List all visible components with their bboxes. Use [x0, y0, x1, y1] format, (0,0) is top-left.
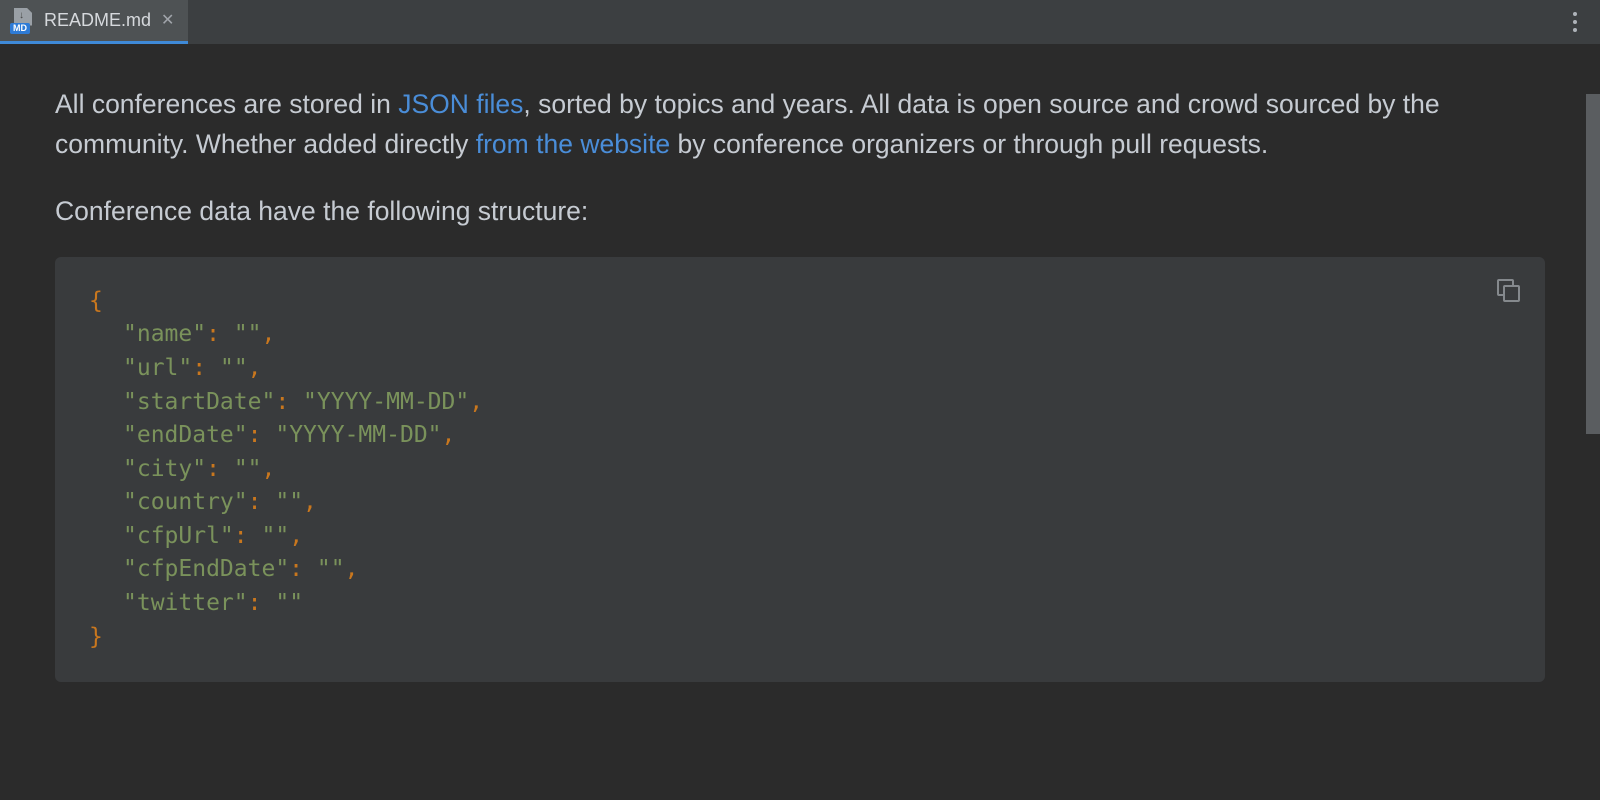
kebab-menu-icon[interactable] — [1560, 0, 1590, 44]
copy-icon[interactable] — [1497, 279, 1519, 301]
tab-title: README.md — [44, 10, 151, 31]
code-block: { "name": "","url": "","startDate": "YYY… — [55, 257, 1545, 682]
editor-preview: All conferences are stored in JSON files… — [0, 44, 1600, 800]
tab-bar: MD README.md ✕ — [0, 0, 1600, 44]
text: All conferences are stored in — [55, 89, 398, 119]
structure-paragraph: Conference data have the following struc… — [55, 191, 1545, 231]
markdown-file-icon: MD — [10, 8, 36, 34]
intro-paragraph: All conferences are stored in JSON files… — [55, 84, 1545, 165]
text: by conference organizers or through pull… — [670, 129, 1268, 159]
json-files-link[interactable]: JSON files — [398, 89, 523, 119]
close-icon[interactable]: ✕ — [159, 11, 176, 31]
code-content: { "name": "","url": "","startDate": "YYY… — [89, 285, 1511, 654]
from-website-link[interactable]: from the website — [476, 129, 670, 159]
scrollbar-thumb[interactable] — [1586, 94, 1600, 434]
editor-tab-readme[interactable]: MD README.md ✕ — [0, 0, 188, 44]
